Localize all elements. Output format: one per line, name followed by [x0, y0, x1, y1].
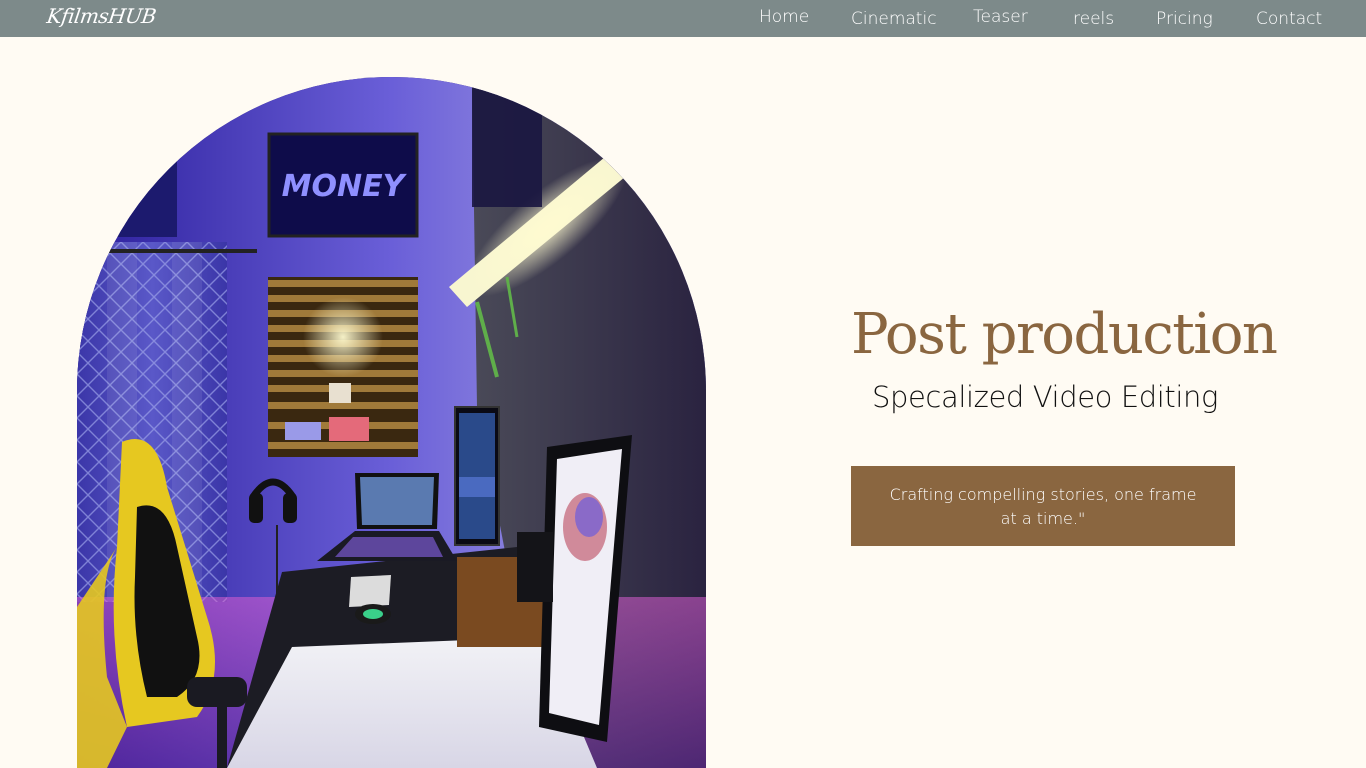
top-navbar: KfilmsHUB Home Cinematic Teaser reels Pr… [0, 0, 1366, 37]
tagline-box: Crafting compelling stories, one frame a… [851, 466, 1235, 546]
poster-text: MONEY [282, 169, 408, 204]
nav-link-home[interactable]: Home [759, 7, 809, 27]
hero-arch-image: MONEY [77, 77, 706, 768]
editing-studio-photo: MONEY [77, 77, 706, 768]
nav-link-reels[interactable]: reels [1073, 9, 1114, 29]
nav-link-cinematic[interactable]: Cinematic [851, 9, 937, 29]
nav-link-teaser[interactable]: Teaser [973, 7, 1028, 27]
hero-title: Post production [851, 302, 1278, 367]
nav-link-contact[interactable]: Contact [1256, 9, 1322, 29]
brand-logo[interactable]: KfilmsHUB [45, 4, 157, 28]
hero-subtitle: Specalized Video Editing [871, 380, 1219, 414]
nav-link-pricing[interactable]: Pricing [1156, 9, 1213, 29]
